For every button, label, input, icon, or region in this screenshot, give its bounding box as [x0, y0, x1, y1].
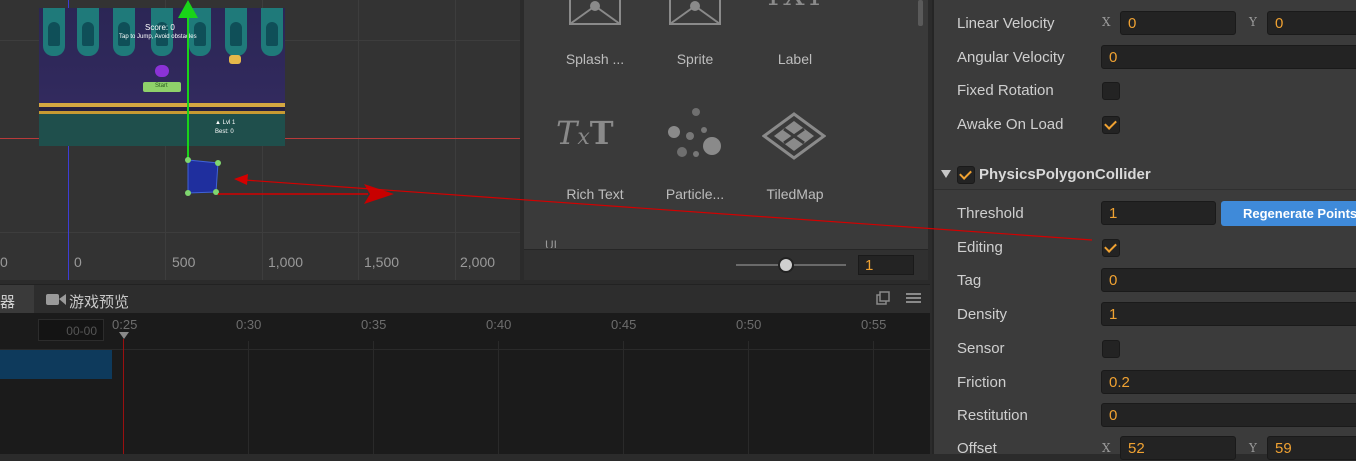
component-title: PhysicsPolygonCollider [979, 166, 1151, 183]
density-field[interactable]: 1 [1101, 302, 1356, 326]
asset-label[interactable]: TiledMap [750, 186, 840, 202]
editing-checkbox[interactable] [1102, 239, 1120, 257]
sensor-checkbox[interactable] [1102, 340, 1120, 358]
ruler-tick: 1,500 [364, 254, 400, 270]
timeline-mark: 0:25 [112, 317, 138, 332]
assets-footer: 1 [524, 249, 928, 280]
asset-label[interactable]: Splash ... [550, 51, 640, 67]
ruler-tick: 2,000 [460, 254, 496, 270]
tab-label: 器 [0, 294, 16, 311]
tag-field[interactable]: 0 [1101, 268, 1356, 292]
sprite-image-icon[interactable] [668, 0, 722, 26]
linear-velocity-x-label: X [1102, 15, 1111, 29]
timeline-mark: 0:40 [486, 317, 512, 332]
zoom-slider-handle[interactable] [778, 257, 794, 273]
ruler-tick: 1,000 [268, 254, 304, 270]
threshold-label: Threshold [957, 205, 1024, 222]
tiledmap-icon[interactable] [762, 112, 826, 160]
awake-on-load-label: Awake On Load [957, 116, 1064, 133]
ruler-tick: 0 [0, 254, 8, 270]
fixed-rotation-label: Fixed Rotation [957, 82, 1054, 99]
linear-velocity-label: Linear Velocity [957, 15, 1055, 32]
sensor-label: Sensor [957, 340, 1005, 357]
monster-sprite [155, 65, 169, 77]
linear-velocity-x-field[interactable]: 0 [1120, 11, 1236, 35]
time-input[interactable]: 00-00 [38, 319, 104, 341]
friction-field[interactable]: 0.2 [1101, 370, 1356, 394]
ruler-tick: 0 [74, 254, 82, 270]
game-subtitle: Tap to Jump, Avoid obstacles [119, 34, 197, 40]
move-gizmo-x-arrow-icon[interactable] [218, 180, 398, 210]
timeline-mark: 0:30 [236, 317, 262, 332]
awake-on-load-checkbox[interactable] [1102, 116, 1120, 134]
bottom-tab-bar: 器 游戏预览 [0, 284, 930, 314]
linear-velocity-y-field[interactable]: 0 [1267, 11, 1356, 35]
particle-icon[interactable] [664, 106, 726, 160]
game-canvas-preview[interactable]: Score: 0 Tap to Jump, Avoid obstacles St… [39, 8, 285, 146]
asset-group-label-partial: UI [545, 238, 557, 248]
offset-x-field[interactable]: 52 [1120, 436, 1236, 460]
component-enabled-checkbox[interactable] [957, 166, 975, 184]
tab-editor-partial[interactable]: 器 [0, 285, 34, 314]
threshold-field[interactable]: 1 [1101, 201, 1216, 225]
asset-label[interactable]: Particle... [650, 186, 740, 202]
playhead-marker-icon[interactable] [119, 332, 129, 340]
timeline-mark: 0:55 [861, 317, 887, 332]
linear-velocity-y-label: Y [1249, 15, 1257, 29]
timeline-mark: 0:35 [361, 317, 387, 332]
offset-x-label: X [1102, 441, 1111, 455]
component-header[interactable]: PhysicsPolygonCollider [934, 162, 1356, 190]
info-line-2: Best: 0 [215, 129, 234, 135]
move-gizmo-y-axis[interactable] [187, 14, 189, 162]
asset-label[interactable]: Sprite [650, 51, 740, 67]
label-txt-icon[interactable]: TXT [762, 0, 826, 12]
tab-game-preview[interactable]: 游戏预览 [36, 285, 166, 314]
camera-icon [46, 294, 66, 305]
editing-label: Editing [957, 239, 1003, 256]
angular-velocity-label: Angular Velocity [957, 49, 1065, 66]
asset-label[interactable]: Label [750, 51, 840, 67]
regenerate-points-button[interactable]: Regenerate Points [1221, 201, 1356, 226]
friction-label: Friction [957, 374, 1007, 391]
coin-sprite [229, 55, 241, 64]
assets-scrollbar[interactable] [918, 0, 923, 26]
inspector-panel: Linear Velocity X 0 Y 0 Angular Velocity… [932, 0, 1356, 460]
angular-velocity-field[interactable]: 0 [1101, 45, 1356, 69]
offset-y-label: Y [1249, 441, 1257, 455]
zoom-value-field[interactable]: 1 [858, 255, 914, 275]
timeline-mark: 0:45 [611, 317, 637, 332]
move-gizmo-y-arrow-icon[interactable] [178, 0, 198, 18]
asset-label[interactable]: Rich Text [550, 186, 640, 202]
restitution-field[interactable]: 0 [1101, 403, 1356, 427]
info-line-1: ▲ Lvl 1 [215, 120, 236, 126]
tag-label: Tag [957, 272, 982, 289]
offset-y-field[interactable]: 59 [1267, 436, 1356, 460]
collapse-triangle-icon[interactable] [941, 170, 951, 179]
timeline-mark: 0:50 [736, 317, 762, 332]
fixed-rotation-checkbox[interactable] [1102, 82, 1120, 100]
animation-timeline[interactable]: 00-00 0:25 0:30 0:35 0:40 0:45 0:50 0:55 [0, 313, 930, 454]
playhead-line[interactable] [123, 339, 124, 454]
scene-view[interactable]: Score: 0 Tap to Jump, Avoid obstacles St… [0, 0, 520, 280]
offset-label: Offset [957, 440, 997, 457]
restitution-label: Restitution [957, 407, 1028, 424]
score-text: Score: 0 [145, 23, 175, 32]
start-button-label: Start [155, 83, 168, 89]
node-library-panel: TXT Splash ... Sprite Label TxT Rich Tex… [524, 0, 928, 280]
timeline-row-selected[interactable] [0, 349, 112, 379]
menu-icon[interactable] [906, 291, 921, 305]
density-label: Density [957, 306, 1008, 323]
splash-image-icon[interactable] [568, 0, 622, 26]
timeline-track-divider [0, 349, 930, 350]
tab-label: 游戏预览 [69, 294, 130, 311]
rich-text-icon[interactable]: TxT [556, 114, 614, 152]
popout-icon[interactable] [876, 291, 890, 305]
ruler-tick: 500 [172, 254, 196, 270]
